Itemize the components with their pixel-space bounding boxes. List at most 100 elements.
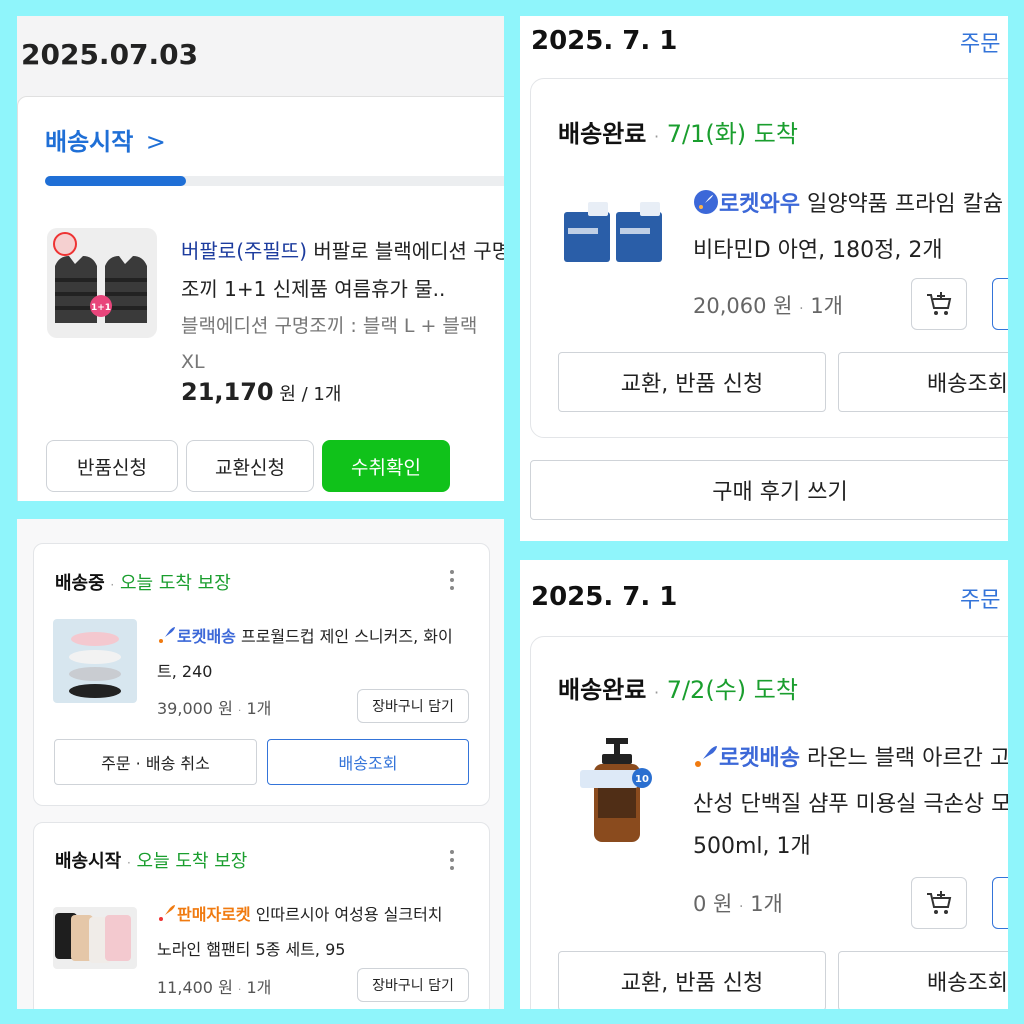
tracking-button-label: 배송조회 xyxy=(927,971,1008,996)
delivery-progress-bar xyxy=(45,176,504,186)
price-row: 11,400 원 · 1개 xyxy=(157,974,271,998)
separator: · xyxy=(653,683,660,702)
separator: · xyxy=(799,301,804,317)
exchange-return-button[interactable]: 교환, 반품 신청 xyxy=(558,352,826,412)
product-title[interactable]: 판매자로켓 인따르시아 여성용 실크터치 노라인 햄팬티 5종 세트, 95 xyxy=(157,899,487,966)
price-row: 39,000 원 · 1개 xyxy=(157,695,271,719)
product-title-line3: 500ml, 1개 xyxy=(693,834,811,859)
separator: · xyxy=(237,704,242,717)
order-detail-link[interactable]: 주문 xyxy=(960,26,1000,58)
rocket-icon xyxy=(157,624,177,656)
product-title-line1: 라온느 블랙 아르간 고 xyxy=(799,746,1008,771)
product-image[interactable] xyxy=(53,907,137,969)
delivery-status: 배송중 xyxy=(55,573,105,594)
order-date: 2025. 7. 1 xyxy=(531,26,678,56)
cancel-order-button[interactable]: 주문 · 배송 취소 xyxy=(54,739,257,785)
shipping-status-label: 배송시작 xyxy=(45,128,134,156)
product-image[interactable] xyxy=(53,619,137,703)
separator: · xyxy=(237,983,242,996)
tracking-button-label: 배송조회 xyxy=(927,372,1008,397)
delivery-status-row: 배송완료 · 7/1(화) 도착 xyxy=(558,114,798,149)
product-title[interactable]: 버팔로(주필뜨) 버팔로 블랙에디션 구명조끼 1+1 신제품 여름휴가 물.. xyxy=(181,232,504,308)
arrival-guarantee: 오늘 도착 보장 xyxy=(136,851,248,872)
product-title[interactable]: 로켓배송 프로월드컵 제인 스니커즈, 화이 트, 240 xyxy=(157,621,487,688)
add-to-cart-button[interactable]: 장바구니 담기 xyxy=(357,968,469,1002)
product-title-line2: 산성 단백질 샴푸 미용실 극손상 모 xyxy=(693,792,1008,817)
product-option: 블랙에디션 구명조끼 : 블랙 L + 블랙 XL xyxy=(181,315,478,373)
product-title-line1: 일양약품 프라임 칼슘 xyxy=(799,192,1004,217)
arrival-date: 7/2(수) 도착 xyxy=(666,676,798,704)
product-price: 11,400 원 xyxy=(157,978,233,997)
cart-add-icon xyxy=(927,891,952,914)
add-to-cart-button[interactable]: 장바구니 담기 xyxy=(357,689,469,723)
product-price: 0 원 xyxy=(693,892,733,916)
arrival-guarantee: 오늘 도착 보장 xyxy=(119,573,231,594)
delivery-status-row: 배송완료 · 7/2(수) 도착 xyxy=(558,670,798,705)
product-price-row: 21,170 원 / 1개 xyxy=(181,378,341,406)
separator: · xyxy=(739,899,744,915)
separator: · xyxy=(126,856,131,870)
product-image[interactable] xyxy=(558,198,670,268)
arrival-date: 7/1(화) 도착 xyxy=(666,120,798,148)
order-panel-4: 2025. 7. 1 주문 배송완료 · 7/2(수) 도착 10 로켓배송 라… xyxy=(520,560,1008,1009)
product-title-line2: 비타민D 아연, 180정, 2개 xyxy=(693,238,943,263)
seller-rocket-label: 판매자로켓 xyxy=(177,905,251,924)
delivery-progress-fill xyxy=(45,176,186,186)
order-panel-1: 2025.07.03 배송시작 > 1+1 버팔로(주필뜨) 버팔로 블랙에디션… xyxy=(17,16,504,501)
tracking-button[interactable]: 배송조회 xyxy=(838,352,1008,412)
order-panel-2: 2025. 7. 1 주문 배송완료 · 7/1(화) 도착 로켓와우 일양약품… xyxy=(520,16,1008,541)
order-detail-link[interactable]: 주문 xyxy=(960,582,1000,614)
more-vertical-icon[interactable] xyxy=(447,567,457,593)
product-quantity: 1개 xyxy=(246,978,272,997)
product-title-line2: 노라인 햄팬티 5종 세트, 95 xyxy=(157,940,346,959)
separator: · xyxy=(110,578,115,592)
shipping-status-link[interactable]: 배송시작 > xyxy=(45,122,166,157)
rocket-delivery-label: 로켓배송 xyxy=(719,746,800,771)
product-quantity: 1개 xyxy=(750,892,783,916)
rocket-icon xyxy=(693,188,719,230)
cart-button-partial[interactable] xyxy=(992,278,1008,330)
product-quantity: 1개 xyxy=(246,699,272,718)
product-title[interactable]: 로켓와우 일양약품 프라임 칼슘 비타민D 아연, 180정, 2개 xyxy=(693,184,1008,272)
product-title[interactable]: 로켓배송 라온느 블랙 아르간 고 산성 단백질 샴푸 미용실 극손상 모 50… xyxy=(693,738,1008,868)
seller-name[interactable]: 버팔로(주필뜨) xyxy=(181,239,307,263)
product-title-line2: 트, 240 xyxy=(157,662,213,681)
add-to-cart-button[interactable] xyxy=(911,278,967,330)
exchange-return-button[interactable]: 교환, 반품 신청 xyxy=(558,951,826,1009)
delivery-status: 배송완료 xyxy=(558,676,647,704)
rocket-icon xyxy=(157,902,177,934)
rocket-delivery-label: 로켓배송 xyxy=(177,627,236,646)
product-price: 39,000 원 xyxy=(157,699,233,718)
rocket-wow-label: 로켓와우 xyxy=(719,192,800,217)
return-request-button[interactable]: 반품신청 xyxy=(46,440,178,492)
delivery-status-row: 배송시작 · 오늘 도착 보장 xyxy=(55,847,247,873)
order-date: 2025.07.03 xyxy=(21,38,199,71)
product-image[interactable]: 10 xyxy=(572,736,662,846)
price-row: 20,060 원 · 1개 xyxy=(693,290,843,320)
separator: · xyxy=(653,127,660,146)
price-unit: 원 / 1개 xyxy=(279,384,342,405)
confirm-receipt-button[interactable]: 수취확인 xyxy=(322,440,450,492)
exchange-request-button[interactable]: 교환신청 xyxy=(186,440,314,492)
product-price: 21,170 xyxy=(181,378,274,406)
product-image[interactable]: 1+1 xyxy=(47,228,157,338)
more-vertical-icon[interactable] xyxy=(447,847,457,873)
order-date: 2025. 7. 1 xyxy=(531,582,678,612)
product-title-line1: 인따르시아 여성용 실크터치 xyxy=(250,905,443,924)
add-to-cart-button[interactable] xyxy=(911,877,967,929)
chevron-right-icon: > xyxy=(145,128,166,156)
promo-badge: 1+1 xyxy=(91,303,111,313)
product-price: 20,060 원 xyxy=(693,294,793,318)
cart-add-icon xyxy=(927,292,952,315)
write-review-button[interactable]: 구매 후기 쓰기 xyxy=(530,460,1008,520)
order-panel-3: 배송중 · 오늘 도착 보장 로켓배송 프로월드컵 제인 스니커즈, 화이 트,… xyxy=(17,519,504,1009)
tracking-button[interactable]: 배송조회 xyxy=(838,951,1008,1009)
delivery-status: 배송시작 xyxy=(55,851,122,872)
product-quantity: 1개 xyxy=(810,294,843,318)
bottle-badge: 10 xyxy=(635,774,649,785)
price-row: 0 원 · 1개 xyxy=(693,888,783,918)
tracking-button[interactable]: 배송조회 xyxy=(267,739,469,785)
delivery-status: 배송완료 xyxy=(558,120,647,148)
cart-button-partial[interactable] xyxy=(992,877,1008,929)
rocket-icon xyxy=(693,742,719,784)
